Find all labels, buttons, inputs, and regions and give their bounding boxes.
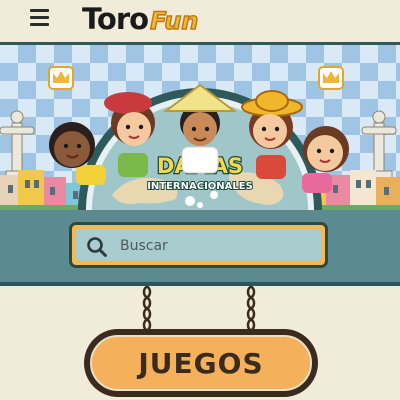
games-sign-label: JUEGOS — [138, 346, 264, 380]
logo-secondary-text: Fun — [149, 6, 199, 36]
banner-illustration: DAMAS INTERNACIONALES — [0, 45, 400, 210]
banner-subtitle: INTERNACIONALES — [147, 181, 253, 192]
hamburger-menu-icon[interactable] — [30, 8, 52, 28]
crown-icon — [48, 66, 74, 90]
menu-line — [30, 23, 49, 26]
games-sign-face: JUEGOS — [90, 335, 312, 391]
crown-icon — [318, 66, 344, 90]
games-sign-button[interactable]: JUEGOS — [84, 329, 318, 397]
chain-left — [142, 286, 152, 332]
site-logo[interactable]: Toro Fun — [82, 2, 199, 36]
search-box — [69, 222, 328, 268]
game-banner: DAMAS INTERNACIONALES — [0, 45, 400, 210]
magnifier-icon[interactable] — [86, 236, 108, 258]
search-section — [0, 210, 400, 286]
logo-primary-text: Toro — [82, 2, 149, 36]
search-input[interactable] — [120, 233, 310, 259]
menu-line — [30, 9, 49, 12]
menu-line — [30, 16, 49, 19]
chain-right — [246, 286, 256, 332]
header-bar: Toro Fun — [0, 0, 400, 45]
search-field-container[interactable] — [76, 229, 321, 261]
